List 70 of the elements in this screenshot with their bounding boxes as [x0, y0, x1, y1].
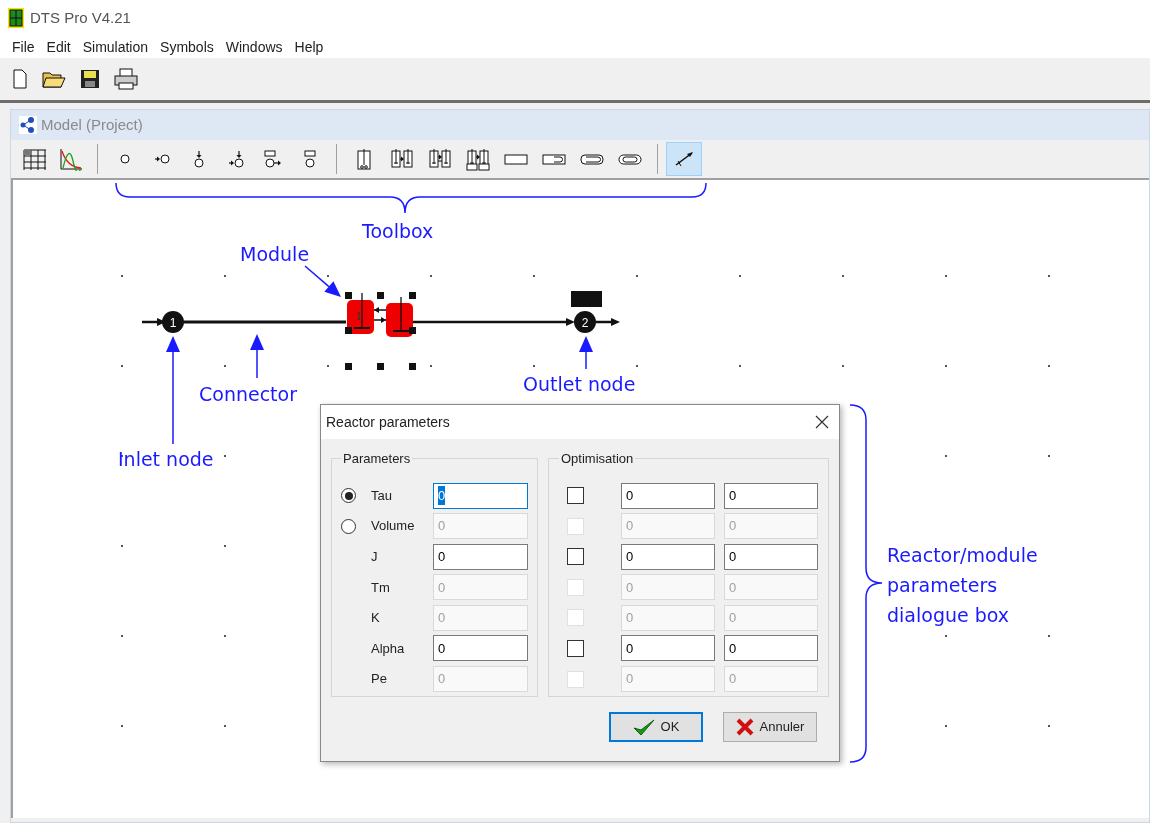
plug-tool-icon — [504, 153, 528, 165]
close-icon[interactable] — [815, 415, 829, 429]
annotation-label: Module — [240, 242, 310, 267]
checkbox[interactable] — [567, 548, 584, 566]
field-label: Tau — [371, 486, 393, 505]
node-top-tool-icon — [193, 150, 204, 168]
ok-button[interactable]: OK — [609, 712, 703, 742]
input-field[interactable]: 0 — [433, 635, 528, 662]
input-field[interactable]: 0 — [724, 635, 818, 662]
input-field[interactable]: 0 — [724, 543, 818, 570]
curve-tool-icon — [59, 147, 83, 171]
node-in-tool-icon — [153, 154, 170, 164]
cancel-button[interactable]: Annuler — [723, 712, 817, 742]
grid-tool-icon — [23, 147, 47, 171]
annotation-label: Inlet node — [118, 447, 214, 472]
field-label: K — [371, 609, 381, 628]
checkmark-icon — [632, 718, 655, 736]
pointer-arrow — [304, 265, 341, 297]
pointer-arrow — [579, 336, 593, 370]
menu-item[interactable]: Symbols — [154, 36, 220, 58]
save-icon[interactable] — [80, 69, 100, 89]
loop-double-tool-icon — [618, 153, 642, 165]
checkbox[interactable] — [567, 487, 584, 504]
annotation-label: Toolbox — [362, 219, 434, 244]
reactor-stack-tool-icon — [466, 147, 490, 171]
outlet-marker — [571, 291, 602, 307]
reactor-exchange-tool-icon — [428, 147, 452, 171]
field-label: Tm — [371, 578, 391, 597]
cross-icon — [735, 718, 754, 736]
group-title: Parameters — [342, 450, 412, 468]
node-tool-icon — [119, 154, 130, 164]
group-title: Optimisation — [560, 450, 635, 468]
plug-out-tool-icon — [542, 153, 566, 165]
field-label: Pe — [371, 670, 388, 689]
node-box-out-tool-icon — [263, 150, 282, 168]
field-label: J — [371, 547, 379, 566]
annotation-label: Reactor/module parameters dialogue box — [887, 543, 1039, 628]
input-field[interactable]: 0 — [621, 635, 715, 662]
app-icon — [8, 8, 24, 28]
toolbox-tool[interactable] — [666, 142, 702, 176]
menu-item[interactable]: Help — [288, 36, 330, 58]
input-field[interactable]: 0 — [433, 543, 528, 570]
input-field[interactable]: 0 — [621, 543, 715, 570]
outlet-arrow — [596, 318, 620, 326]
menu-item[interactable]: File — [6, 36, 41, 58]
model-window-icon — [19, 116, 37, 134]
menu-item[interactable]: Windows — [219, 36, 289, 58]
radio-button[interactable] — [341, 518, 356, 534]
reactor-pair-tool-icon — [390, 147, 414, 171]
menu-item[interactable]: Simulation — [76, 36, 155, 58]
node-box-tool-icon — [303, 150, 316, 168]
annotation-label: Connector — [199, 382, 297, 407]
menu-item[interactable]: Edit — [40, 36, 77, 58]
annotation-label: Outlet node — [523, 372, 636, 397]
input-field[interactable]: 0 — [724, 482, 818, 509]
input-field[interactable]: 0 — [433, 482, 528, 509]
pointer-arrow — [250, 334, 264, 379]
open-folder-icon[interactable] — [42, 69, 66, 89]
loop-tool-icon — [580, 153, 604, 165]
radio-button[interactable] — [341, 488, 356, 503]
print-icon[interactable] — [114, 68, 138, 90]
checkbox[interactable] — [567, 639, 584, 657]
new-file-icon[interactable] — [12, 69, 28, 89]
window-title: DTS Pro V4.21 — [30, 7, 131, 28]
field-label: Volume — [371, 517, 416, 536]
model-window-title: Model (Project) — [41, 114, 143, 135]
field-label: Alpha — [371, 639, 406, 658]
input-field[interactable]: 0 — [621, 482, 715, 509]
dialog-title: Reactor parameters — [326, 412, 450, 432]
node-in-top-tool-icon — [227, 150, 244, 168]
